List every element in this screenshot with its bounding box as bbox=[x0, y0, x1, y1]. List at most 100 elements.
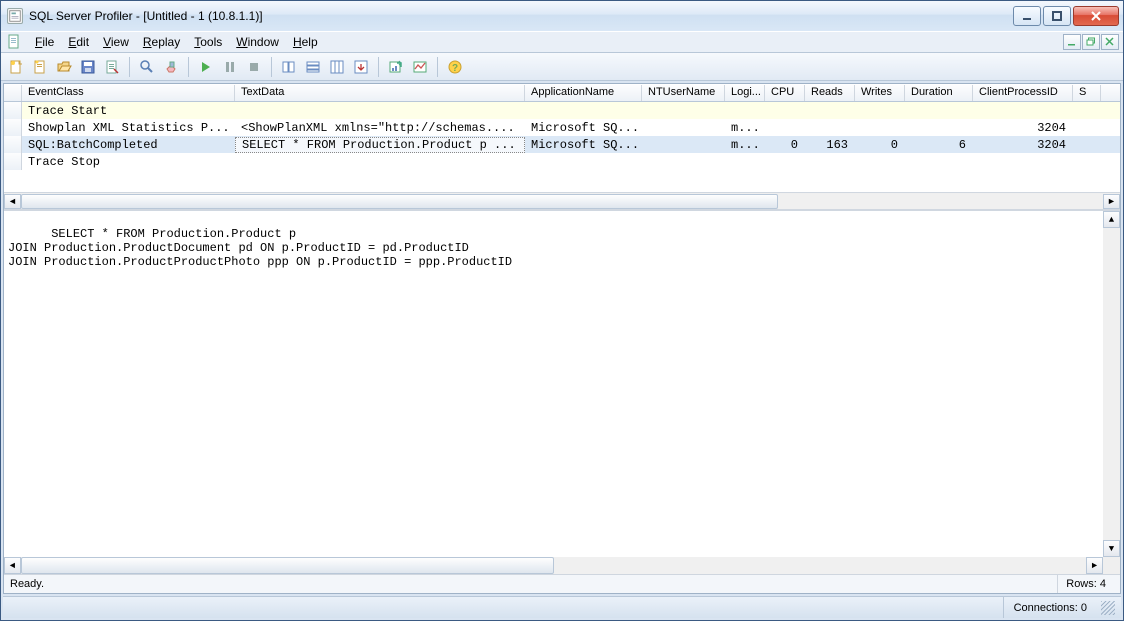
detail-vertical-scrollbar[interactable]: ▲ ▼ bbox=[1103, 211, 1120, 557]
save-button[interactable] bbox=[77, 56, 99, 78]
table-row[interactable]: Showplan XML Statistics P...<ShowPlanXML… bbox=[4, 119, 1120, 136]
toolbar-separator bbox=[378, 57, 379, 77]
tuning-advisor-button[interactable] bbox=[385, 56, 407, 78]
table-row[interactable]: Trace Stop bbox=[4, 153, 1120, 170]
toolbar-separator bbox=[188, 57, 189, 77]
col-eventclass[interactable]: EventClass bbox=[22, 85, 235, 101]
cell-event: SQL:BatchCompleted bbox=[22, 138, 235, 152]
col-ntusername[interactable]: NTUserName bbox=[642, 85, 725, 101]
detail-horizontal-scrollbar[interactable]: ◄ ► bbox=[4, 557, 1103, 574]
mdi-restore-button[interactable] bbox=[1082, 34, 1100, 50]
row-header[interactable] bbox=[4, 119, 22, 136]
cell-cpid: 3204 bbox=[973, 138, 1073, 152]
grid-body[interactable]: Trace StartShowplan XML Statistics P...<… bbox=[4, 102, 1120, 192]
titlebar[interactable]: SQL Server Profiler - [Untitled - 1 (10.… bbox=[1, 1, 1123, 31]
find-button[interactable] bbox=[136, 56, 158, 78]
status-ready: Ready. bbox=[10, 578, 44, 590]
window-title: SQL Server Profiler - [Untitled - 1 (10.… bbox=[29, 9, 1013, 23]
cell-event: Showplan XML Statistics P... bbox=[22, 121, 235, 135]
mdi-minimize-button[interactable] bbox=[1063, 34, 1081, 50]
detail-pane[interactable]: SELECT * FROM Production.Product p JOIN … bbox=[4, 211, 1120, 574]
stop-button[interactable] bbox=[243, 56, 265, 78]
scroll-right-icon[interactable]: ► bbox=[1086, 557, 1103, 574]
scroll-left-icon[interactable]: ◄ bbox=[4, 194, 21, 209]
scroll-left-icon[interactable]: ◄ bbox=[4, 557, 21, 574]
col-writes[interactable]: Writes bbox=[855, 85, 905, 101]
columns-button[interactable] bbox=[326, 56, 348, 78]
col-clientprocessid[interactable]: ClientProcessID bbox=[973, 85, 1073, 101]
col-duration[interactable]: Duration bbox=[905, 85, 973, 101]
document-statusbar: Ready. Rows: 4 bbox=[4, 574, 1120, 593]
resize-grip-icon[interactable] bbox=[1101, 601, 1115, 615]
menu-edit-label: dit bbox=[76, 35, 89, 49]
menu-window[interactable]: Window bbox=[229, 33, 286, 51]
row-header[interactable] bbox=[4, 102, 22, 119]
menu-help-label: elp bbox=[302, 35, 318, 49]
grid-horizontal-scrollbar[interactable]: ◄ ► bbox=[4, 192, 1120, 209]
cell-app: Microsoft SQ... bbox=[525, 121, 642, 135]
app-window: SQL Server Profiler - [Untitled - 1 (10.… bbox=[0, 0, 1124, 621]
svg-text:?: ? bbox=[452, 63, 458, 74]
mdi-close-button[interactable] bbox=[1101, 34, 1119, 50]
auto-scroll-button[interactable] bbox=[350, 56, 372, 78]
app-icon bbox=[7, 8, 23, 24]
menubar: File Edit View Replay Tools Window Help bbox=[1, 31, 1123, 53]
col-reads[interactable]: Reads bbox=[805, 85, 855, 101]
col-cpu[interactable]: CPU bbox=[765, 85, 805, 101]
cell-event: Trace Start bbox=[22, 104, 235, 118]
row-header[interactable] bbox=[4, 136, 22, 153]
minimize-button[interactable] bbox=[1013, 6, 1041, 26]
scroll-right-icon[interactable]: ► bbox=[1103, 194, 1120, 209]
toolbar-separator bbox=[129, 57, 130, 77]
grouped-view-button[interactable] bbox=[278, 56, 300, 78]
col-loginname[interactable]: Logi... bbox=[725, 85, 765, 101]
properties-button[interactable] bbox=[101, 56, 123, 78]
menu-edit[interactable]: Edit bbox=[61, 33, 96, 51]
maximize-button[interactable] bbox=[1043, 6, 1071, 26]
cell-app: Microsoft SQ... bbox=[525, 138, 642, 152]
scroll-thumb[interactable] bbox=[21, 194, 778, 209]
menu-help[interactable]: Help bbox=[286, 33, 325, 51]
clear-trace-button[interactable] bbox=[160, 56, 182, 78]
app-statusbar: Connections: 0 bbox=[3, 596, 1121, 618]
scroll-track[interactable] bbox=[21, 557, 1086, 574]
scroll-track[interactable] bbox=[1103, 228, 1120, 540]
new-template-button[interactable] bbox=[29, 56, 51, 78]
cell-text: <ShowPlanXML xmlns="http://schemas.... bbox=[235, 121, 525, 135]
perfmon-button[interactable] bbox=[409, 56, 431, 78]
row-header[interactable] bbox=[4, 153, 22, 170]
open-button[interactable] bbox=[53, 56, 75, 78]
cell-login: m... bbox=[725, 138, 765, 152]
trace-grid: EventClass TextData ApplicationName NTUs… bbox=[4, 84, 1120, 211]
scroll-thumb[interactable] bbox=[21, 557, 554, 574]
scroll-corner bbox=[1103, 557, 1120, 574]
table-row[interactable]: SQL:BatchCompletedSELECT * FROM Producti… bbox=[4, 136, 1120, 153]
help-button[interactable]: ? bbox=[444, 56, 466, 78]
close-button[interactable] bbox=[1073, 6, 1119, 26]
menu-replay[interactable]: Replay bbox=[136, 33, 187, 51]
cell-event: Trace Stop bbox=[22, 155, 235, 169]
status-connections: Connections: 0 bbox=[1003, 597, 1097, 618]
menu-file-label: ile bbox=[42, 35, 54, 49]
grid-header: EventClass TextData ApplicationName NTUs… bbox=[4, 84, 1120, 102]
table-row[interactable]: Trace Start bbox=[4, 102, 1120, 119]
pause-button[interactable] bbox=[219, 56, 241, 78]
menu-view-label: iew bbox=[111, 35, 129, 49]
aggregated-view-button[interactable] bbox=[302, 56, 324, 78]
menu-tools[interactable]: Tools bbox=[187, 33, 229, 51]
cell-cpu: 0 bbox=[765, 138, 805, 152]
menu-view[interactable]: View bbox=[96, 33, 136, 51]
scroll-track[interactable] bbox=[21, 194, 1103, 209]
col-textdata[interactable]: TextData bbox=[235, 85, 525, 101]
toolbar-separator bbox=[437, 57, 438, 77]
run-button[interactable] bbox=[195, 56, 217, 78]
row-header-corner bbox=[4, 85, 22, 101]
cell-cpid: 3204 bbox=[973, 121, 1073, 135]
menu-file[interactable]: File bbox=[28, 33, 61, 51]
col-applicationname[interactable]: ApplicationName bbox=[525, 85, 642, 101]
toolbar-separator bbox=[271, 57, 272, 77]
new-trace-button[interactable] bbox=[5, 56, 27, 78]
scroll-up-icon[interactable]: ▲ bbox=[1103, 211, 1120, 228]
scroll-down-icon[interactable]: ▼ bbox=[1103, 540, 1120, 557]
col-spid[interactable]: S bbox=[1073, 85, 1101, 101]
